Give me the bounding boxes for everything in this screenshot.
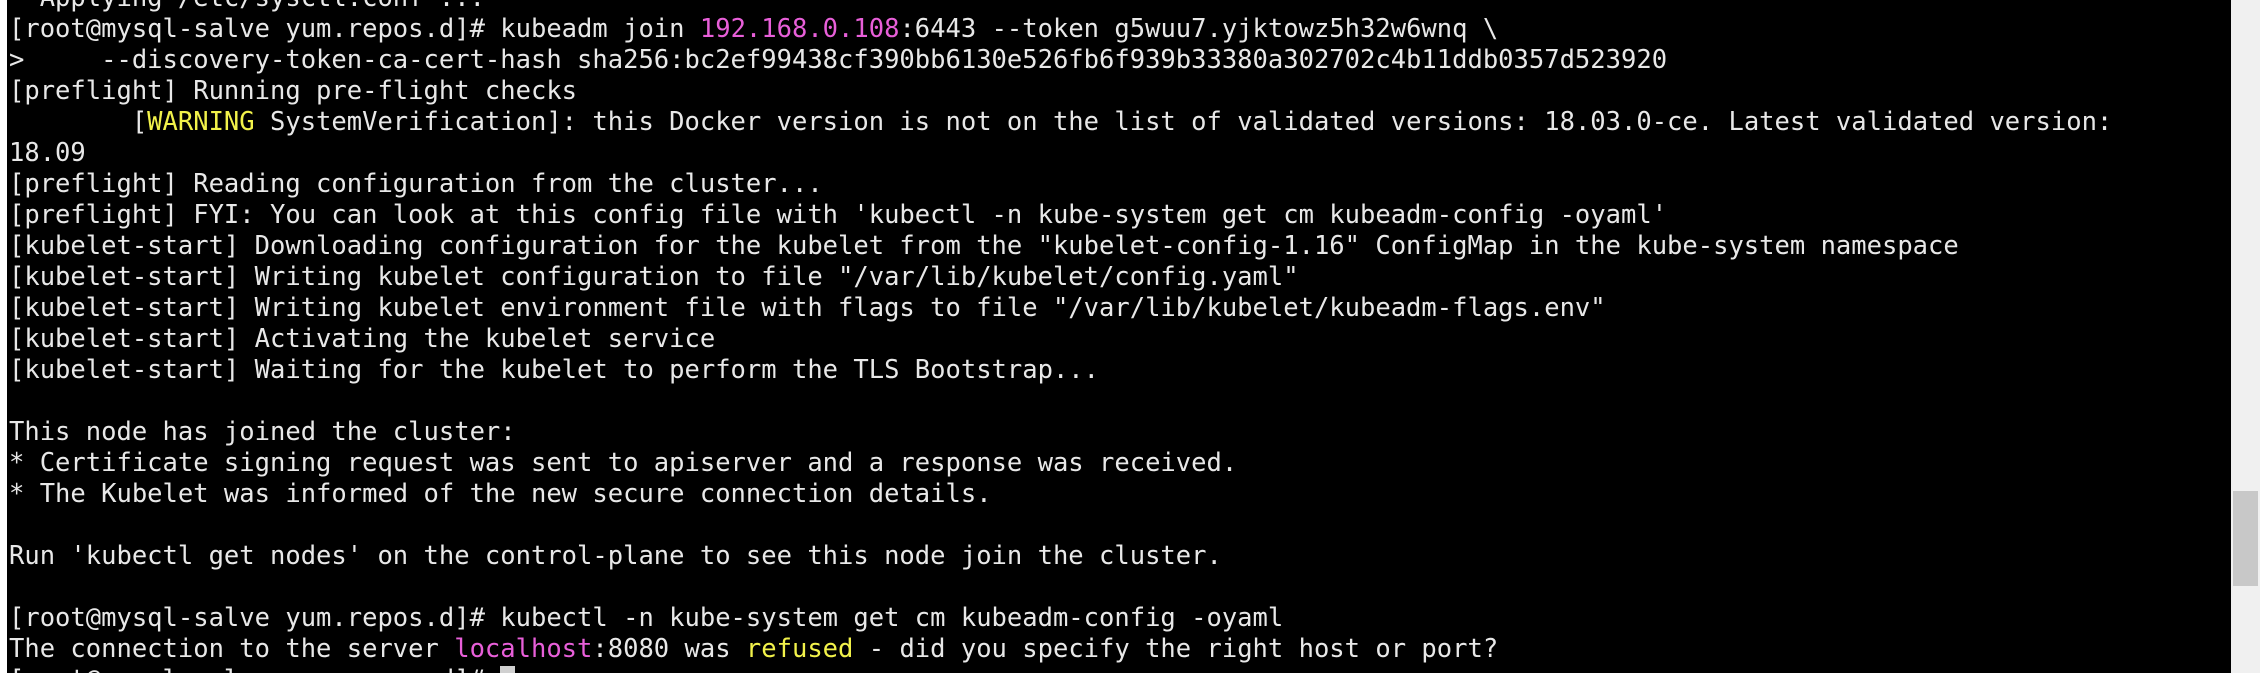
terminal-text: [ bbox=[9, 107, 148, 137]
terminal-line: The connection to the server localhost:8… bbox=[9, 634, 2231, 665]
scrollbar-thumb[interactable] bbox=[2233, 491, 2258, 586]
terminal-screen: Applying /etc/sysctl.conf ...[root@mysql… bbox=[9, 0, 2231, 673]
terminal-line: 18.09 bbox=[9, 138, 2231, 169]
terminal-window: Applying /etc/sysctl.conf ...[root@mysql… bbox=[0, 0, 2260, 673]
terminal-line: [preflight] Running pre-flight checks bbox=[9, 76, 2231, 107]
terminal-line: [kubelet-start] Downloading configuratio… bbox=[9, 231, 2231, 262]
highlight-ip: 192.168.0.108 bbox=[699, 14, 900, 44]
terminal-text: :6443 --token g5wuu7.yjktowz5h32w6wnq \ bbox=[899, 14, 1499, 44]
terminal-text: :8080 was bbox=[592, 634, 746, 664]
vertical-scrollbar[interactable] bbox=[2231, 0, 2260, 673]
highlight-host: localhost bbox=[454, 634, 593, 664]
terminal-line: [preflight] FYI: You can look at this co… bbox=[9, 200, 2231, 231]
terminal-line: > --discovery-token-ca-cert-hash sha256:… bbox=[9, 45, 2231, 76]
terminal-line: Run 'kubectl get nodes' on the control-p… bbox=[9, 541, 2231, 572]
terminal-text: [root@mysql-salve yum.repos.d]# kubeadm … bbox=[9, 14, 700, 44]
terminal-text: [kubelet-start] Waiting for the kubelet … bbox=[9, 355, 1100, 385]
terminal-text: This node has joined the cluster: bbox=[9, 417, 516, 447]
terminal-line: [kubelet-start] Writing kubelet configur… bbox=[9, 262, 2231, 293]
terminal-line: [kubelet-start] Writing kubelet environm… bbox=[9, 293, 2231, 324]
terminal-text: [kubelet-start] Writing kubelet environm… bbox=[9, 293, 1606, 323]
terminal-text: Applying /etc/sysctl.conf ... bbox=[9, 0, 485, 13]
terminal-line: [preflight] Reading configuration from t… bbox=[9, 169, 2231, 200]
terminal-text: [preflight] Reading configuration from t… bbox=[9, 169, 823, 199]
text-cursor bbox=[500, 666, 516, 673]
terminal-line: [root@mysql-salve yum.repos.d]# kubectl … bbox=[9, 603, 2231, 634]
terminal-text: [kubelet-start] Downloading configuratio… bbox=[9, 231, 1959, 261]
terminal-output[interactable]: Applying /etc/sysctl.conf ...[root@mysql… bbox=[7, 0, 2231, 673]
terminal-text: [root@mysql-salve yum.repos.d]# kubectl … bbox=[9, 603, 1284, 633]
terminal-text: * Certificate signing request was sent t… bbox=[9, 448, 1238, 478]
terminal-text: * The Kubelet was informed of the new se… bbox=[9, 479, 992, 509]
terminal-text: SystemVerification]: this Docker version… bbox=[254, 107, 2113, 137]
highlight-warn: WARNING bbox=[147, 107, 255, 137]
terminal-text: - did you specify the right host or port… bbox=[853, 634, 1499, 664]
terminal-line: Applying /etc/sysctl.conf ... bbox=[9, 0, 2231, 14]
terminal-line: This node has joined the cluster: bbox=[9, 417, 2231, 448]
terminal-text: [preflight] FYI: You can look at this co… bbox=[9, 200, 1668, 230]
terminal-line: [root@mysql-salve yum.repos.d]# kubeadm … bbox=[9, 14, 2231, 45]
terminal-line: * Certificate signing request was sent t… bbox=[9, 448, 2231, 479]
terminal-text: [kubelet-start] Writing kubelet configur… bbox=[9, 262, 1299, 292]
terminal-line: [WARNING SystemVerification]: this Docke… bbox=[9, 107, 2231, 138]
terminal-text: [root@mysql-salve yum.repos.d]# bbox=[9, 665, 500, 673]
terminal-line: [kubelet-start] Activating the kubelet s… bbox=[9, 324, 2231, 355]
terminal-text: Run 'kubectl get nodes' on the control-p… bbox=[9, 541, 1222, 571]
terminal-line: * The Kubelet was informed of the new se… bbox=[9, 479, 2231, 510]
terminal-text: > --discovery-token-ca-cert-hash sha256:… bbox=[9, 45, 1668, 75]
highlight-refused: refused bbox=[745, 634, 854, 664]
terminal-text: [preflight] Running pre-flight checks bbox=[9, 76, 578, 106]
terminal-line: [root@mysql-salve yum.repos.d]# bbox=[9, 665, 2231, 673]
terminal-text: 18.09 bbox=[9, 138, 86, 168]
terminal-text: [kubelet-start] Activating the kubelet s… bbox=[9, 324, 716, 354]
terminal-line: [kubelet-start] Waiting for the kubelet … bbox=[9, 355, 2231, 386]
terminal-text: The connection to the server bbox=[9, 634, 455, 664]
